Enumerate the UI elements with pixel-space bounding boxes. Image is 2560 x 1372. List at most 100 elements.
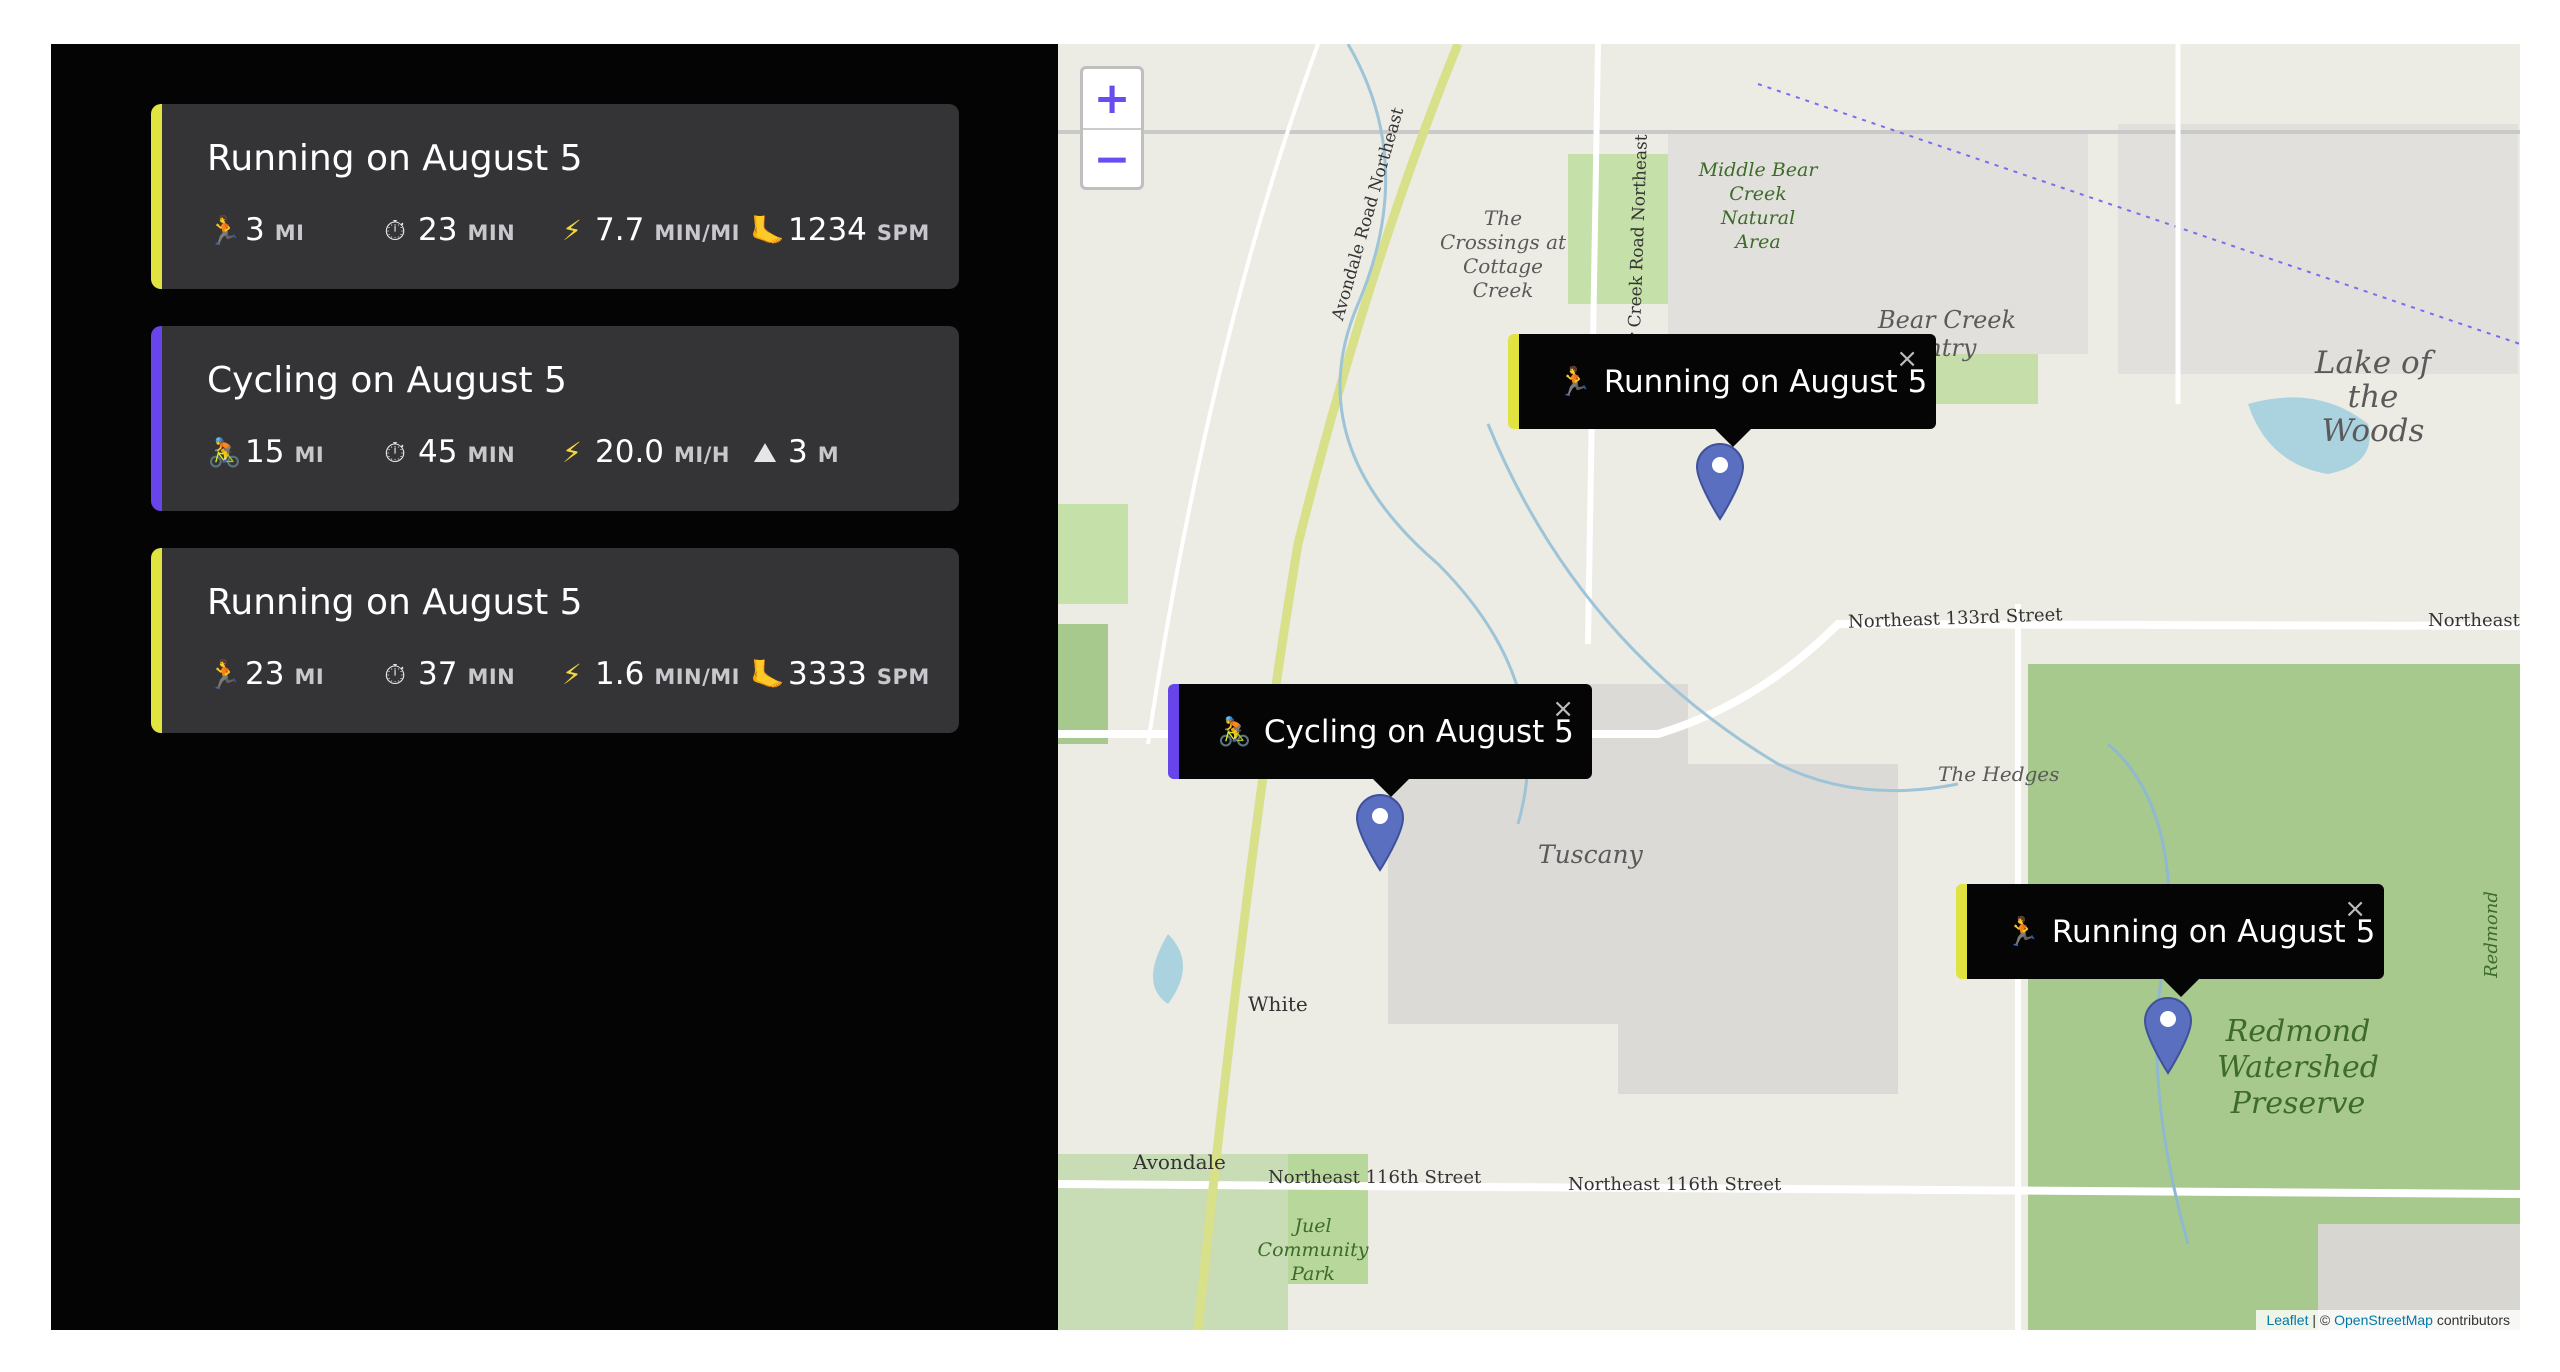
map-label-redmond-preserve: Redmond Watershed Preserve bbox=[2217, 1014, 2379, 1121]
stat-unit: M bbox=[817, 443, 840, 467]
map-label-ne1: Northeast 1 bbox=[2428, 610, 2520, 631]
app-container: Running on August 5 🏃 3 MI ⏱ 23 MIN ⚡ 7.7 MIN/MI 🦶… bbox=[51, 44, 2520, 1330]
map-attribution: Leaflet | © OpenStreetMap contributors bbox=[2256, 1310, 2520, 1330]
stat-value: 23 bbox=[245, 656, 285, 692]
runner-icon: 🏃 bbox=[2005, 915, 2040, 948]
map-marker[interactable] bbox=[2143, 995, 2193, 1075]
stat-value: 3333 bbox=[788, 656, 867, 692]
runner-icon: 🏃 bbox=[207, 214, 242, 247]
popup-close-button[interactable]: × bbox=[1552, 694, 1574, 724]
stat-value: 20.0 bbox=[595, 434, 665, 470]
workout-stat: ⚡ 1.6 MIN/MI bbox=[557, 656, 740, 692]
workout-stats: 🏃 3 MI ⏱ 23 MIN ⚡ 7.7 MIN/MI 🦶 1234 SPM bbox=[207, 212, 929, 260]
workout-stats: 🏃 23 MI ⏱ 37 MIN ⚡ 1.6 MIN/MI 🦶 3333 SPM bbox=[207, 656, 929, 704]
stat-unit: SPM bbox=[876, 221, 930, 245]
footprint-icon: 🦶 bbox=[750, 214, 785, 247]
stat-value: 7.7 bbox=[595, 212, 645, 248]
map-marker[interactable] bbox=[1355, 792, 1405, 872]
map-label-avondale: Avondale bbox=[1133, 1150, 1226, 1174]
workout-stat: 🚴 15 MI bbox=[207, 434, 324, 470]
workout-stat: ⚡ 20.0 MI/H bbox=[557, 434, 730, 470]
stat-unit: MIN bbox=[467, 221, 516, 245]
map-label-ne116a: Northeast 116th Street bbox=[1268, 1167, 1482, 1188]
workout-title: Cycling on August 5 bbox=[207, 360, 567, 401]
map-label-crossings: The Crossings at Cottage Creek bbox=[1439, 206, 1567, 302]
map-label-hedges: The Hedges bbox=[1938, 762, 2060, 786]
workout-card[interactable]: Running on August 5 🏃 3 MI ⏱ 23 MIN ⚡ 7.7 MIN/MI 🦶… bbox=[151, 104, 959, 289]
stat-unit: MIN bbox=[467, 665, 516, 689]
stat-value: 45 bbox=[418, 434, 458, 470]
stat-unit: SPM bbox=[876, 665, 930, 689]
workout-title: Running on August 5 bbox=[207, 138, 583, 179]
sidebar: Running on August 5 🏃 3 MI ⏱ 23 MIN ⚡ 7.7 MIN/MI 🦶… bbox=[51, 44, 1058, 1330]
stat-unit: MI/H bbox=[674, 443, 730, 467]
map-label-tuscany: Tuscany bbox=[1538, 840, 1643, 869]
popup-text: Running on August 5 bbox=[2051, 913, 2376, 950]
zoom-out-button[interactable]: − bbox=[1083, 130, 1141, 189]
stat-value: 3 bbox=[245, 212, 265, 248]
workout-title: Running on August 5 bbox=[207, 582, 583, 623]
attribution-tail: contributors bbox=[2432, 1312, 2510, 1328]
stat-value: 15 bbox=[245, 434, 285, 470]
bolt-icon: ⚡ bbox=[562, 658, 582, 691]
workout-stat: 🦶 1234 SPM bbox=[750, 212, 930, 248]
popup-tip bbox=[1715, 429, 1751, 447]
map-label-ne116b: Northeast 116th Street bbox=[1568, 1174, 1782, 1195]
workout-stat: 🏃 23 MI bbox=[207, 656, 324, 692]
mountain-icon: ⛰ bbox=[753, 436, 777, 469]
workout-stat: ⚡ 7.7 MIN/MI bbox=[557, 212, 740, 248]
stat-value: 23 bbox=[418, 212, 458, 248]
workout-card[interactable]: Cycling on August 5 🚴 15 MI ⏱ 45 MIN ⚡ 20.0 MI/H ⛰… bbox=[151, 326, 959, 511]
cyclist-icon: 🚴 bbox=[207, 436, 242, 469]
popup-close-button[interactable]: × bbox=[2344, 894, 2366, 924]
stat-unit: MI bbox=[274, 221, 305, 245]
runner-icon: 🏃 bbox=[1557, 365, 1592, 398]
bolt-icon: ⚡ bbox=[562, 436, 582, 469]
stat-value: 37 bbox=[418, 656, 458, 692]
timer-icon: ⏱ bbox=[384, 436, 406, 469]
bolt-icon: ⚡ bbox=[562, 214, 582, 247]
map-popup[interactable]: 🏃 Running on August 5 × bbox=[1508, 334, 1936, 447]
timer-icon: ⏱ bbox=[384, 214, 406, 247]
map-marker[interactable] bbox=[1695, 441, 1745, 521]
stat-unit: MI bbox=[294, 665, 325, 689]
map-label-white: White bbox=[1248, 992, 1308, 1016]
attribution-separator: | © bbox=[2308, 1312, 2335, 1328]
workout-stat: ⏱ 37 MIN bbox=[380, 656, 515, 692]
osm-link[interactable]: OpenStreetMap bbox=[2334, 1312, 2433, 1328]
workout-stat: 🦶 3333 SPM bbox=[750, 656, 930, 692]
popup-text: Running on August 5 bbox=[1603, 363, 1928, 400]
stat-unit: MIN/MI bbox=[654, 221, 740, 245]
stat-unit: MI bbox=[294, 443, 325, 467]
workout-stat: ⏱ 45 MIN bbox=[380, 434, 515, 470]
timer-icon: ⏱ bbox=[384, 658, 406, 691]
workout-card[interactable]: Running on August 5 🏃 23 MI ⏱ 37 MIN ⚡ 1.6 MIN/MI… bbox=[151, 548, 959, 733]
leaflet-link[interactable]: Leaflet bbox=[2266, 1312, 2308, 1328]
popup-text: Cycling on August 5 bbox=[1263, 713, 1574, 750]
runner-icon: 🏃 bbox=[207, 658, 242, 691]
map-label-redmond: Redmond bbox=[2480, 891, 2502, 978]
map-popup[interactable]: 🚴 Cycling on August 5 × bbox=[1168, 684, 1592, 797]
cyclist-icon: 🚴 bbox=[1217, 715, 1252, 748]
map-label-juel-park: Juel Community Park bbox=[1257, 1215, 1369, 1285]
workout-stat: 🏃 3 MI bbox=[207, 212, 304, 248]
workout-stats: 🚴 15 MI ⏱ 45 MIN ⚡ 20.0 MI/H ⛰ 3 M bbox=[207, 434, 907, 482]
stat-unit: MIN/MI bbox=[654, 665, 740, 689]
workout-stat: ⛰ 3 M bbox=[750, 434, 839, 470]
zoom-in-button[interactable]: + bbox=[1083, 69, 1141, 130]
footprint-icon: 🦶 bbox=[750, 658, 785, 691]
map[interactable]: The Crossings at Cottage Creek Middle Be… bbox=[1058, 44, 2520, 1330]
map-popup[interactable]: 🏃 Running on August 5 × bbox=[1956, 884, 2384, 997]
stat-value: 1.6 bbox=[595, 656, 645, 692]
stat-unit: MIN bbox=[467, 443, 516, 467]
workout-stat: ⏱ 23 MIN bbox=[380, 212, 515, 248]
map-label-middle-bear: Middle Bear Creek Natural Area bbox=[1698, 159, 1818, 253]
workout-list: Running on August 5 🏃 3 MI ⏱ 23 MIN ⚡ 7.7 MIN/MI 🦶… bbox=[151, 104, 959, 770]
popup-close-button[interactable]: × bbox=[1896, 344, 1918, 374]
stat-value: 1234 bbox=[788, 212, 867, 248]
stat-value: 3 bbox=[788, 434, 808, 470]
popup-tip bbox=[2163, 979, 2199, 997]
map-label-lake-woods: Lake of the Woods bbox=[2314, 345, 2432, 449]
popup-tip bbox=[1373, 779, 1409, 797]
zoom-control: + − bbox=[1080, 66, 1144, 190]
